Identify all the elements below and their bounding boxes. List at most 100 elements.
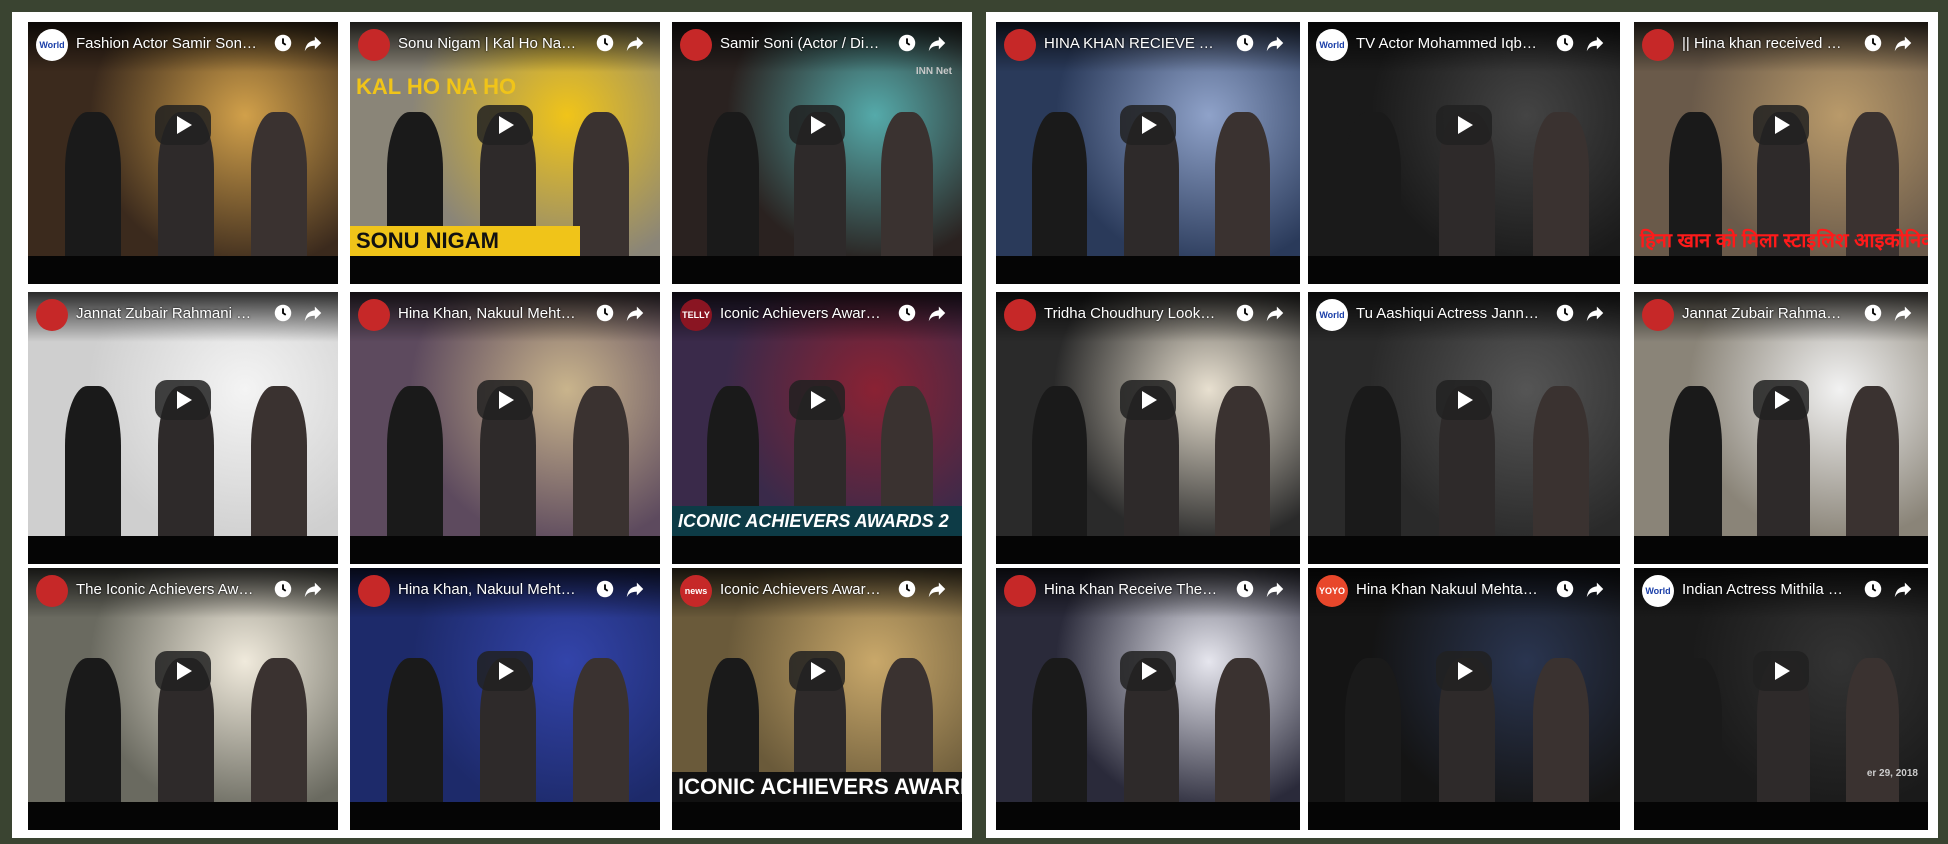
- share-arrow-icon[interactable]: [1264, 302, 1286, 324]
- clock-icon[interactable]: [594, 578, 616, 600]
- video-thumbnail[interactable]: Hina Khan, Nakuul Mehta &...: [350, 292, 660, 536]
- play-button-icon[interactable]: [789, 380, 845, 420]
- play-button-icon[interactable]: [155, 651, 211, 691]
- video-title[interactable]: Samir Soni (Actor / Directo...: [720, 34, 882, 54]
- video-thumbnail[interactable]: The Iconic Achievers Awar...: [28, 568, 338, 802]
- share-arrow-icon[interactable]: [1892, 32, 1914, 54]
- video-title[interactable]: Tridha Choudhury Looks H...: [1044, 304, 1220, 324]
- clock-icon[interactable]: [594, 302, 616, 324]
- share-arrow-icon[interactable]: [1584, 32, 1606, 54]
- video-tile[interactable]: Tridha Choudhury Looks H...: [996, 292, 1300, 564]
- share-arrow-icon[interactable]: [1584, 578, 1606, 600]
- clock-icon[interactable]: [594, 32, 616, 54]
- play-button-icon[interactable]: [1120, 651, 1176, 691]
- channel-avatar[interactable]: [358, 575, 390, 607]
- clock-icon[interactable]: [1862, 302, 1884, 324]
- play-button-icon[interactable]: [155, 380, 211, 420]
- video-thumbnail[interactable]: Tridha Choudhury Looks H...: [996, 292, 1300, 536]
- play-button-icon[interactable]: [789, 105, 845, 145]
- video-tile[interactable]: KAL HO NA HO SONU NIGAM Sonu Nigam | Kal H…: [350, 22, 660, 284]
- clock-icon[interactable]: [1862, 578, 1884, 600]
- channel-avatar[interactable]: [358, 299, 390, 331]
- channel-avatar[interactable]: [36, 575, 68, 607]
- video-title[interactable]: Hina Khan, Nakuul Mehta &...: [398, 580, 580, 600]
- video-title[interactable]: Fashion Actor Samir Soni I...: [76, 34, 258, 54]
- video-tile[interactable]: Hina Khan, Nakuul Mehta &...: [350, 568, 660, 830]
- video-thumbnail[interactable]: World Fashion Actor Samir Soni I...: [28, 22, 338, 256]
- video-title[interactable]: TV Actor Mohammed Iqbal...: [1356, 34, 1540, 54]
- play-button-icon[interactable]: [1753, 380, 1809, 420]
- channel-avatar[interactable]: World: [36, 29, 68, 61]
- play-button-icon[interactable]: [1120, 380, 1176, 420]
- video-tile[interactable]: ICONIC ACHIEVERS AWARDS 20 news Iconic Ach…: [672, 568, 962, 830]
- play-button-icon[interactable]: [155, 105, 211, 145]
- play-button-icon[interactable]: [789, 651, 845, 691]
- video-thumbnail[interactable]: YOYO Hina Khan Nakuul Mehta A...: [1308, 568, 1620, 802]
- video-tile[interactable]: The Iconic Achievers Awar...: [28, 568, 338, 830]
- video-title[interactable]: Iconic Achievers Awards 2...: [720, 304, 882, 324]
- video-thumbnail[interactable]: Hina Khan, Nakuul Mehta &...: [350, 568, 660, 802]
- video-thumbnail[interactable]: हिना खान को मिला स्टाइलिश आइकोनिक अ || Hi…: [1634, 22, 1928, 256]
- video-thumbnail[interactable]: Jannat Zubair Rahmani Lo...: [28, 292, 338, 536]
- video-tile[interactable]: HINA KHAN RECIEVE THE ...: [996, 22, 1300, 284]
- clock-icon[interactable]: [272, 32, 294, 54]
- video-tile[interactable]: INN NetSamir Soni (Actor / Directo...: [672, 22, 962, 284]
- play-button-icon[interactable]: [1436, 105, 1492, 145]
- video-title[interactable]: Iconic Achievers Awards 2...: [720, 580, 882, 600]
- video-thumbnail[interactable]: ICONIC ACHIEVERS AWARDS 20 news Iconic Ach…: [672, 568, 962, 802]
- video-title[interactable]: HINA KHAN RECIEVE THE ...: [1044, 34, 1220, 54]
- share-arrow-icon[interactable]: [926, 32, 948, 54]
- channel-avatar[interactable]: World: [1642, 575, 1674, 607]
- share-arrow-icon[interactable]: [926, 578, 948, 600]
- channel-avatar[interactable]: [1642, 299, 1674, 331]
- play-button-icon[interactable]: [1436, 651, 1492, 691]
- video-title[interactable]: The Iconic Achievers Awar...: [76, 580, 258, 600]
- share-arrow-icon[interactable]: [624, 302, 646, 324]
- video-title[interactable]: Hina Khan Receive The Mo...: [1044, 580, 1220, 600]
- share-arrow-icon[interactable]: [302, 578, 324, 600]
- video-thumbnail[interactable]: World Tu Aashiqui Actress Janna...: [1308, 292, 1620, 536]
- channel-avatar[interactable]: [1004, 29, 1036, 61]
- video-tile[interactable]: Hina Khan, Nakuul Mehta &...: [350, 292, 660, 564]
- channel-avatar[interactable]: [36, 299, 68, 331]
- play-button-icon[interactable]: [477, 105, 533, 145]
- clock-icon[interactable]: [1554, 302, 1576, 324]
- share-arrow-icon[interactable]: [1892, 302, 1914, 324]
- clock-icon[interactable]: [272, 578, 294, 600]
- video-thumbnail[interactable]: Hina Khan Receive The Mo...: [996, 568, 1300, 802]
- share-arrow-icon[interactable]: [624, 32, 646, 54]
- share-arrow-icon[interactable]: [302, 32, 324, 54]
- share-arrow-icon[interactable]: [624, 578, 646, 600]
- video-thumbnail[interactable]: World TV Actor Mohammed Iqbal...: [1308, 22, 1620, 256]
- share-arrow-icon[interactable]: [1264, 578, 1286, 600]
- channel-avatar[interactable]: World: [1316, 299, 1348, 331]
- clock-icon[interactable]: [1554, 578, 1576, 600]
- play-button-icon[interactable]: [1753, 105, 1809, 145]
- clock-icon[interactable]: [272, 302, 294, 324]
- share-arrow-icon[interactable]: [1264, 32, 1286, 54]
- video-tile[interactable]: Hina Khan Receive The Mo...: [996, 568, 1300, 830]
- share-arrow-icon[interactable]: [926, 302, 948, 324]
- play-button-icon[interactable]: [477, 380, 533, 420]
- channel-avatar[interactable]: [1642, 29, 1674, 61]
- play-button-icon[interactable]: [477, 651, 533, 691]
- share-arrow-icon[interactable]: [302, 302, 324, 324]
- clock-icon[interactable]: [1862, 32, 1884, 54]
- channel-avatar[interactable]: news: [680, 575, 712, 607]
- video-thumbnail[interactable]: HINA KHAN RECIEVE THE ...: [996, 22, 1300, 256]
- video-thumbnail[interactable]: Jannat Zubair Rahmani Go...: [1634, 292, 1928, 536]
- clock-icon[interactable]: [896, 302, 918, 324]
- clock-icon[interactable]: [1234, 32, 1256, 54]
- video-title[interactable]: Hina Khan, Nakuul Mehta &...: [398, 304, 580, 324]
- play-button-icon[interactable]: [1436, 380, 1492, 420]
- share-arrow-icon[interactable]: [1584, 302, 1606, 324]
- channel-avatar[interactable]: YOYO: [1316, 575, 1348, 607]
- play-button-icon[interactable]: [1120, 105, 1176, 145]
- clock-icon[interactable]: [896, 32, 918, 54]
- video-tile[interactable]: Jannat Zubair Rahmani Go...: [1634, 292, 1928, 564]
- video-title[interactable]: Indian Actress Mithila Palk...: [1682, 580, 1848, 600]
- video-thumbnail[interactable]: INN NetSamir Soni (Actor / Directo...: [672, 22, 962, 256]
- video-tile[interactable]: World TV Actor Mohammed Iqbal...: [1308, 22, 1620, 284]
- clock-icon[interactable]: [1234, 578, 1256, 600]
- share-arrow-icon[interactable]: [1892, 578, 1914, 600]
